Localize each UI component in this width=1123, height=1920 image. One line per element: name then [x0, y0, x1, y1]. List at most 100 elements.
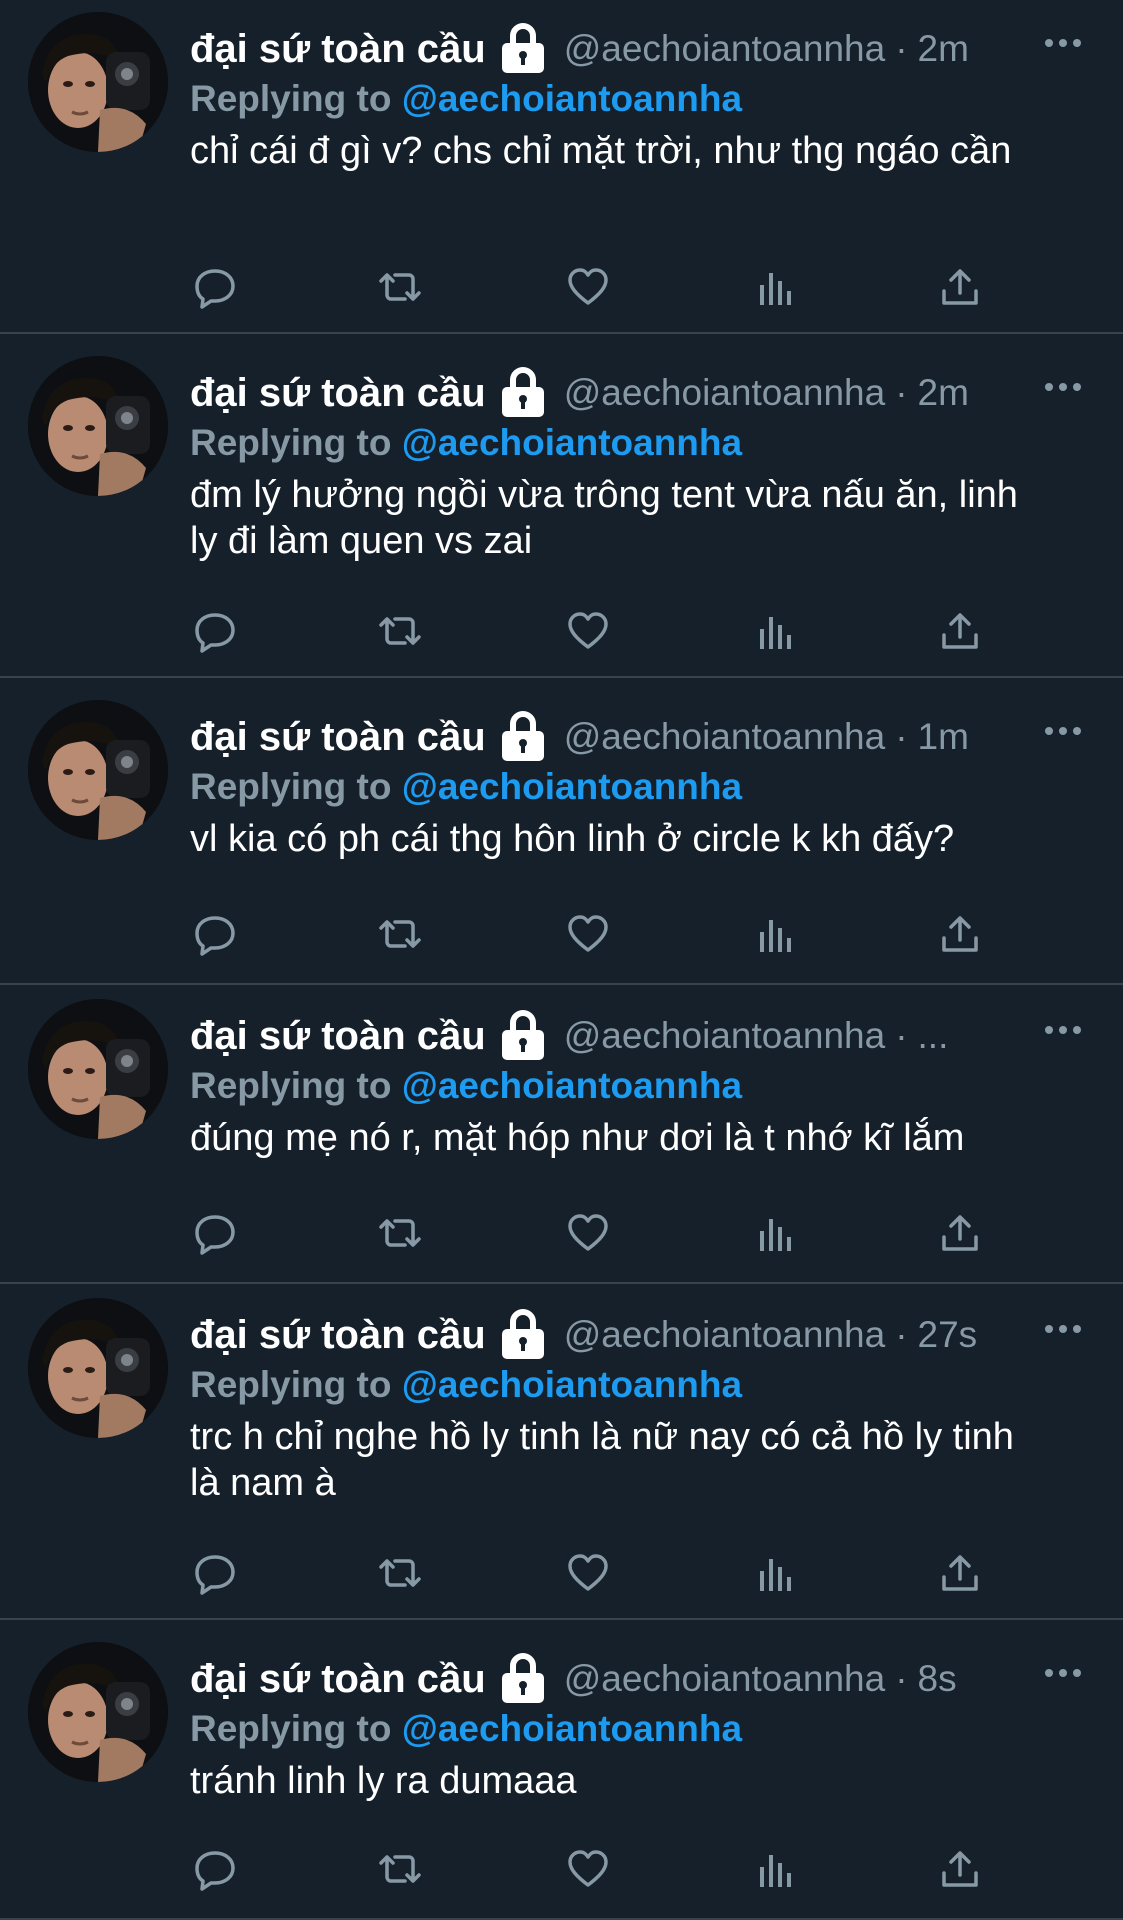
- author-name[interactable]: đại sứ toàn cầu: [190, 715, 486, 760]
- author-name[interactable]: đại sứ toàn cầu: [190, 371, 486, 416]
- tweet-header: đại sứ toàn cầu @aechoiantoannha · 1m: [190, 708, 1010, 766]
- stats-icon[interactable]: [750, 1844, 800, 1894]
- share-icon[interactable]: [935, 1548, 985, 1598]
- separator-dot: ·: [895, 28, 908, 69]
- reply-icon[interactable]: [190, 1208, 240, 1258]
- reply-icon[interactable]: [190, 1548, 240, 1598]
- replying-to-handle[interactable]: @aechoiantoannha: [402, 1708, 742, 1749]
- share-icon[interactable]: [935, 1208, 985, 1258]
- tweet-text: đm lý hưởng ngồi vừa trông tent vừa nấu …: [190, 474, 1018, 562]
- tweet-actions: [190, 1844, 990, 1894]
- separator-dot: ·: [895, 1658, 908, 1699]
- lock-icon: [496, 22, 550, 76]
- more-icon[interactable]: [1043, 1666, 1083, 1678]
- replying-to-handle[interactable]: @aechoiantoannha: [402, 1065, 742, 1106]
- share-icon[interactable]: [935, 606, 985, 656]
- author-handle[interactable]: @aechoiantoannha: [564, 1314, 886, 1356]
- tweet-5[interactable]: đại sứ toàn cầu @aechoiantoannha · 27s R…: [0, 1286, 1123, 1620]
- more-icon[interactable]: [1043, 724, 1083, 736]
- tweet-actions: [190, 262, 990, 312]
- stats-icon[interactable]: [750, 1548, 800, 1598]
- author-name[interactable]: đại sứ toàn cầu: [190, 27, 486, 72]
- retweet-icon[interactable]: [375, 1548, 425, 1598]
- more-icon[interactable]: [1043, 36, 1083, 48]
- author-name[interactable]: đại sứ toàn cầu: [190, 1014, 486, 1059]
- replying-to-handle[interactable]: @aechoiantoannha: [402, 422, 742, 463]
- retweet-icon[interactable]: [375, 1208, 425, 1258]
- share-icon[interactable]: [935, 909, 985, 959]
- author-handle[interactable]: @aechoiantoannha: [564, 28, 886, 70]
- avatar[interactable]: [28, 12, 168, 152]
- heart-icon[interactable]: [563, 262, 613, 312]
- tweet-2[interactable]: đại sứ toàn cầu @aechoiantoannha · 2m Re…: [0, 344, 1123, 678]
- replying-to-label: Replying to: [190, 766, 392, 807]
- share-icon[interactable]: [935, 1844, 985, 1894]
- more-icon[interactable]: [1043, 1023, 1083, 1035]
- timestamp[interactable]: 2m: [918, 372, 969, 414]
- replying-to-label: Replying to: [190, 78, 392, 119]
- avatar[interactable]: [28, 1642, 168, 1782]
- tweet-4[interactable]: đại sứ toàn cầu @aechoiantoannha · ... R…: [0, 987, 1123, 1284]
- stats-icon[interactable]: [750, 606, 800, 656]
- replying-to-handle[interactable]: @aechoiantoannha: [402, 1364, 742, 1405]
- replying-to-label: Replying to: [190, 422, 392, 463]
- lock-icon: [496, 1308, 550, 1362]
- retweet-icon[interactable]: [375, 909, 425, 959]
- heart-icon[interactable]: [563, 1548, 613, 1598]
- author-handle[interactable]: @aechoiantoannha: [564, 1658, 886, 1700]
- stats-icon[interactable]: [750, 1208, 800, 1258]
- stats-icon[interactable]: [750, 262, 800, 312]
- author-handle[interactable]: @aechoiantoannha: [564, 372, 886, 414]
- separator-dot: ·: [895, 372, 908, 413]
- heart-icon[interactable]: [563, 1208, 613, 1258]
- avatar[interactable]: [28, 1298, 168, 1438]
- heart-icon[interactable]: [563, 909, 613, 959]
- timestamp[interactable]: ...: [918, 1015, 949, 1057]
- tweet-text: tránh linh ly ra dumaaa: [190, 1760, 577, 1802]
- more-icon[interactable]: [1043, 1322, 1083, 1334]
- reply-icon[interactable]: [190, 1844, 240, 1894]
- heart-icon[interactable]: [563, 1844, 613, 1894]
- tweet-3[interactable]: đại sứ toàn cầu @aechoiantoannha · 1m Re…: [0, 688, 1123, 985]
- timestamp[interactable]: 2m: [918, 28, 969, 70]
- lock-icon: [496, 710, 550, 764]
- author-handle[interactable]: @aechoiantoannha: [564, 1015, 886, 1057]
- tweet-header: đại sứ toàn cầu @aechoiantoannha · 8s: [190, 1650, 1010, 1708]
- replying-to-label: Replying to: [190, 1364, 392, 1405]
- replying-to-handle[interactable]: @aechoiantoannha: [402, 78, 742, 119]
- tweet-text: trc h chỉ nghe hồ ly tinh là nữ nay có c…: [190, 1416, 1014, 1504]
- lock-icon: [496, 1652, 550, 1706]
- reply-icon[interactable]: [190, 262, 240, 312]
- tweet-text: chỉ cái đ gì v? chs chỉ mặt trời, như th…: [190, 130, 1012, 172]
- retweet-icon[interactable]: [375, 606, 425, 656]
- tweet-1[interactable]: đại sứ toàn cầu @aechoiantoannha · 2m Re…: [0, 0, 1123, 334]
- replying-to-label: Replying to: [190, 1708, 392, 1749]
- timestamp[interactable]: 8s: [918, 1658, 957, 1700]
- author-name[interactable]: đại sứ toàn cầu: [190, 1657, 486, 1702]
- reply-icon[interactable]: [190, 909, 240, 959]
- tweet-header: đại sứ toàn cầu @aechoiantoannha · 2m: [190, 20, 1010, 78]
- avatar[interactable]: [28, 999, 168, 1139]
- retweet-icon[interactable]: [375, 262, 425, 312]
- more-icon[interactable]: [1043, 380, 1083, 392]
- reply-icon[interactable]: [190, 606, 240, 656]
- separator-dot: ·: [895, 1314, 908, 1355]
- tweet-6[interactable]: đại sứ toàn cầu @aechoiantoannha · 8s Re…: [0, 1630, 1123, 1920]
- timestamp[interactable]: 27s: [918, 1314, 978, 1356]
- author-name[interactable]: đại sứ toàn cầu: [190, 1313, 486, 1358]
- author-handle[interactable]: @aechoiantoannha: [564, 716, 886, 758]
- tweet-actions: [190, 606, 990, 656]
- timestamp[interactable]: 1m: [918, 716, 969, 758]
- avatar[interactable]: [28, 356, 168, 496]
- share-icon[interactable]: [935, 262, 985, 312]
- replying-to-label: Replying to: [190, 1065, 392, 1106]
- tweet-header: đại sứ toàn cầu @aechoiantoannha · 2m: [190, 364, 1010, 422]
- separator-dot: ·: [895, 1015, 908, 1056]
- avatar[interactable]: [28, 700, 168, 840]
- separator-dot: ·: [895, 716, 908, 757]
- replying-to-handle[interactable]: @aechoiantoannha: [402, 766, 742, 807]
- stats-icon[interactable]: [750, 909, 800, 959]
- retweet-icon[interactable]: [375, 1844, 425, 1894]
- replying-to: Replying to @aechoiantoannha: [190, 78, 742, 126]
- heart-icon[interactable]: [563, 606, 613, 656]
